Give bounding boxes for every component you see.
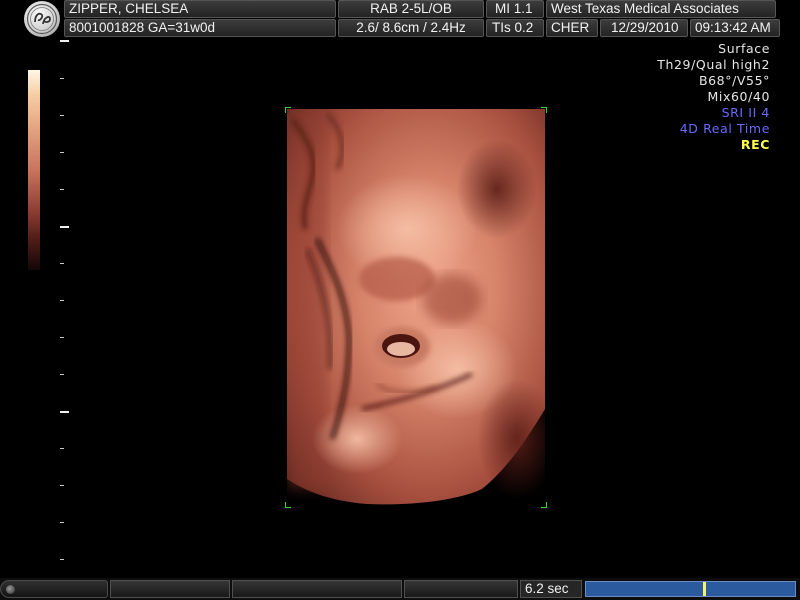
softkey-2[interactable] (232, 580, 402, 598)
roi-corner-top-right (541, 107, 547, 113)
mix-setting: Mix60/40 (707, 89, 770, 104)
depth-frequency: 2.6/ 8.6cm / 2.4Hz (338, 19, 484, 37)
bottom-control-bar: 6.2 sec (0, 578, 800, 600)
patient-name: ZIPPER, CHELSEA (64, 0, 336, 18)
exam-date: 12/29/2010 (600, 19, 688, 37)
angle-setting: B68°/V55° (698, 73, 770, 88)
roi-corner-top-left (285, 107, 291, 113)
imaging-parameters: Surface Th29/Qual high2 B68°/V55° Mix60/… (657, 41, 770, 153)
cine-position-marker[interactable] (703, 582, 706, 596)
institution-name: West Texas Medical Associates (546, 0, 776, 18)
color-map-bar (28, 70, 40, 270)
thermal-index: TIs 0.2 (486, 19, 544, 37)
roi-corner-bottom-right (541, 502, 547, 508)
mechanical-index: MI 1.1 (486, 0, 544, 18)
cine-scrollbar[interactable] (585, 581, 796, 597)
trackball-icon (6, 585, 15, 594)
softkey-3[interactable] (404, 580, 518, 598)
cine-duration: 6.2 sec (520, 580, 582, 598)
ge-logo-icon (24, 1, 60, 37)
probe-preset: RAB 2-5L/OB (338, 0, 484, 18)
roi-corner-bottom-left (285, 502, 291, 508)
trackball-control[interactable] (0, 580, 108, 598)
softkey-1[interactable] (110, 580, 230, 598)
patient-id-ga: 8001001828 GA=31w0d (64, 19, 336, 37)
realtime-mode: 4D Real Time (679, 121, 770, 136)
sri-setting: SRI II 4 (721, 105, 770, 120)
quality-setting: Th29/Qual high2 (657, 57, 770, 72)
record-indicator: REC (740, 137, 770, 152)
exam-time: 09:13:42 AM (690, 19, 780, 37)
ultrasound-render-image[interactable] (285, 107, 557, 508)
header-bar: ZIPPER, CHELSEA 8001001828 GA=31w0d RAB … (0, 0, 800, 38)
operator-id: CHER (546, 19, 598, 37)
render-mode: Surface (718, 41, 770, 56)
